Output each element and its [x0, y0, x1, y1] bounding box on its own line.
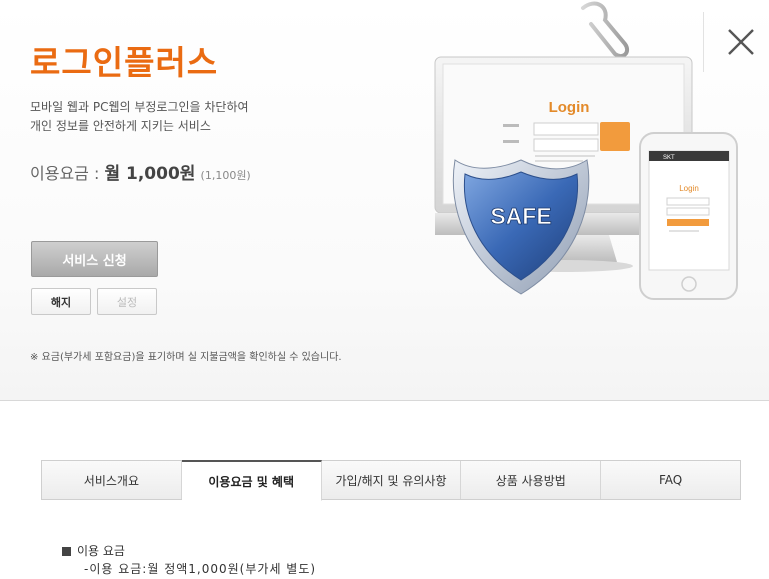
tab-signup-cancel-notes[interactable]: 가입/해지 및 유의사항 [321, 461, 462, 499]
monitor-login-title: Login [549, 99, 590, 116]
smartphone-icon: SKT Login [639, 132, 738, 300]
price-label: 이용요금 : [30, 164, 105, 183]
service-description: 모바일 웹과 PC웹의 부정로그인을 차단하여 개인 정보를 안전하게 지키는 … [30, 98, 249, 136]
pricing-content: 이용 요금 -이용 요금:월 정액1,000원(부가세 별도) [62, 542, 316, 578]
tab-pricing-benefits[interactable]: 이용요금 및 혜택 [181, 460, 322, 501]
security-illustration: Login SKT Login SAFE [395, 0, 740, 305]
price-notice: ※ 요금(부가세 포함요금)을 표기하며 실 지불금액을 확인하실 수 있습니다… [30, 352, 342, 363]
tab-usage-guide[interactable]: 상품 사용방법 [461, 461, 602, 499]
service-apply-button[interactable]: 서비스 신청 [31, 241, 158, 277]
tab-service-overview[interactable]: 서비스개요 [42, 461, 182, 499]
tab-faq[interactable]: FAQ [601, 461, 740, 499]
square-bullet-icon [62, 546, 71, 556]
tab-bar: 서비스개요 이용요금 및 혜택 가입/해지 및 유의사항 상품 사용방법 FAQ [41, 460, 741, 501]
paperclip-icon [581, 1, 630, 59]
description-line-1: 모바일 웹과 PC웹의 부정로그인을 차단하여 [30, 100, 249, 114]
shield-text: SAFE [490, 203, 551, 229]
section-title: 이용 요금 [77, 544, 125, 558]
phone-login-title: Login [679, 184, 699, 193]
service-header-panel: 로그인플러스 모바일 웹과 PC웹의 부정로그인을 차단하여 개인 정보를 안전… [0, 0, 769, 401]
description-line-2: 개인 정보를 안전하게 지키는 서비스 [30, 119, 211, 133]
cancel-service-button[interactable]: 해지 [31, 288, 91, 315]
settings-button[interactable]: 설정 [97, 288, 157, 315]
price-info: 이용요금 : 월 1,000원 (1,100원) [30, 159, 251, 184]
page-title: 로그인플러스 [30, 43, 219, 82]
price-amount: 월 1,000원 [104, 164, 196, 184]
phone-carrier: SKT [663, 155, 675, 161]
shield-icon: SAFE [452, 159, 590, 295]
price-vat: (1,100원) [200, 169, 251, 182]
section-heading: 이용 요금 [62, 542, 316, 560]
pricing-item: -이용 요금:월 정액1,000원(부가세 별도) [84, 562, 317, 576]
